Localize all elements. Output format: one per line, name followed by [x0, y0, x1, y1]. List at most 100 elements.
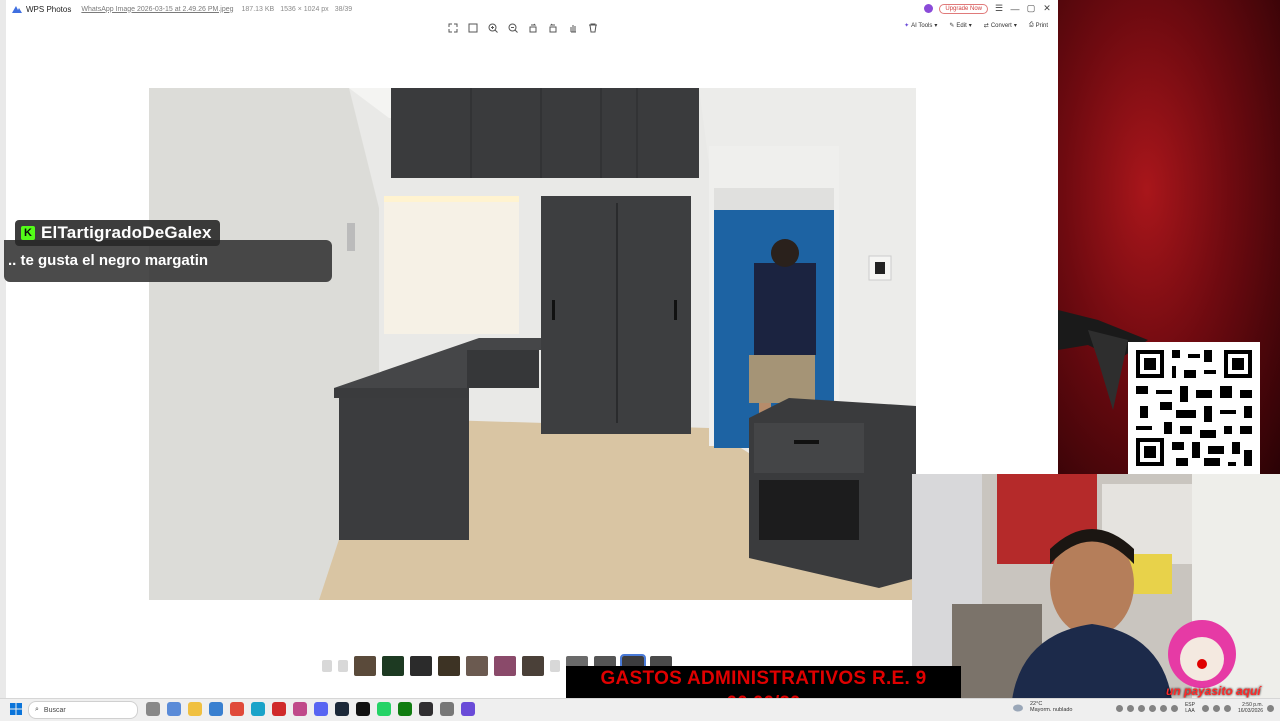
weather-widget[interactable]: 22°C Mayorm. nublado	[1012, 701, 1073, 713]
windows-taskbar: ⌕ Buscar 22°C Mayorm. nublado ESP LAA 2:…	[0, 698, 1280, 721]
chat-username-box: K ElTartigradoDeGalex	[15, 220, 220, 246]
clock[interactable]: 2:50 p.m. 16/03/2026	[1238, 702, 1263, 714]
close-button[interactable]: ✕	[1042, 3, 1052, 14]
chat-message-box: .. te gusta el negro margatin	[4, 240, 332, 282]
chat-message: .. te gusta el negro margatin	[8, 252, 209, 269]
file-explorer-icon[interactable]	[188, 702, 202, 716]
weather-desc: Mayorm. nublado	[1030, 707, 1073, 713]
thumbnail[interactable]	[338, 660, 348, 672]
qr-code	[1128, 342, 1260, 474]
rotate-left-icon[interactable]	[526, 21, 539, 34]
wifi-icon[interactable]	[1201, 704, 1209, 712]
webcam-image	[912, 474, 1280, 700]
fit-screen-icon[interactable]	[446, 21, 459, 34]
system-tray: ESP LAA 2:50 p.m. 16/03/2026	[1115, 702, 1274, 714]
zoom-in-icon[interactable]	[486, 21, 499, 34]
taskbar-apps	[146, 702, 475, 716]
sparkle-icon: ✦	[904, 23, 910, 29]
file-name-link[interactable]: WhatsApp Image 2026-03-15 at 2.49.26 PM.…	[81, 6, 233, 13]
search-icon: ⌕	[35, 706, 39, 713]
thumbnail[interactable]	[382, 656, 404, 676]
tray-app-icon[interactable]	[1126, 704, 1134, 712]
capcut-icon[interactable]	[356, 702, 370, 716]
cloud-icon	[1013, 704, 1023, 712]
menu-icon[interactable]: ☰	[994, 3, 1004, 14]
wps-photos-taskbar-icon[interactable]	[461, 702, 475, 716]
copilot-icon[interactable]	[167, 702, 181, 716]
convert-label: Convert	[990, 22, 1012, 29]
wps-photos-logo-icon	[12, 6, 22, 13]
language-indicator[interactable]: ESP LAA	[1185, 702, 1195, 714]
ai-tools-menu[interactable]: ✦ AI Tools ▾	[904, 22, 938, 30]
clock-date: 16/03/2026	[1237, 708, 1263, 714]
file-size: 187.13 KB	[241, 5, 275, 13]
edge-icon[interactable]	[251, 702, 265, 716]
thumbnail[interactable]	[322, 660, 332, 672]
notification-bell-icon[interactable]	[1267, 704, 1274, 712]
tray-app-icon[interactable]	[1137, 704, 1145, 712]
settings-icon[interactable]	[440, 702, 454, 716]
whatsapp-icon[interactable]	[377, 702, 391, 716]
delete-icon[interactable]	[586, 21, 599, 34]
actual-size-icon[interactable]	[466, 21, 479, 34]
thumbnail[interactable]	[522, 656, 544, 676]
search-placeholder: Buscar	[43, 706, 66, 714]
rotate-right-icon[interactable]	[546, 21, 559, 34]
edit-icon: ✎	[949, 23, 955, 29]
thumbnail[interactable]	[354, 656, 376, 676]
taskbar-search[interactable]: ⌕ Buscar	[28, 701, 138, 719]
chevron-down-icon: ▾	[934, 23, 938, 29]
thumbnail[interactable]	[410, 656, 432, 676]
obs-icon[interactable]	[419, 702, 433, 716]
steam-icon[interactable]	[335, 702, 349, 716]
chevron-up-icon[interactable]	[1115, 704, 1123, 712]
title-bar: WPS Photos WhatsApp Image 2026-03-15 at …	[6, 0, 1058, 18]
ai-tools-label: AI Tools	[911, 22, 933, 29]
image-viewer-area	[6, 38, 1058, 658]
windows-start-icon[interactable]	[10, 703, 22, 715]
webcam-feed	[912, 474, 1280, 700]
app-name: WPS Photos	[26, 4, 72, 14]
chrome-icon[interactable]	[230, 702, 244, 716]
photos-icon[interactable]	[293, 702, 307, 716]
viewer-toolbar: ✦ AI Tools ▾ ✎ Edit ▾ ⇄ Convert ▾ ⎙ Print	[6, 18, 1058, 38]
print-icon: ⎙	[1028, 22, 1034, 28]
store-icon[interactable]	[209, 702, 223, 716]
edit-menu[interactable]: ✎ Edit ▾	[949, 22, 972, 30]
thumbnail[interactable]	[466, 656, 488, 676]
task-view-icon[interactable]	[146, 702, 160, 716]
print-label: Print	[1035, 22, 1048, 29]
tray-app-icon[interactable]	[1170, 704, 1178, 712]
thumbnail[interactable]	[494, 656, 516, 676]
pan-icon[interactable]	[566, 21, 579, 34]
banner-title: GASTOS ADMINISTRATIVOS R.E. 9	[600, 668, 927, 689]
thumbnail[interactable]	[438, 656, 460, 676]
discord-icon[interactable]	[314, 702, 328, 716]
chat-username: ElTartigradoDeGalex	[41, 223, 212, 242]
chevron-down-icon: ▾	[968, 23, 972, 29]
volume-icon[interactable]	[1212, 704, 1220, 712]
tray-app-icon[interactable]	[1148, 704, 1156, 712]
edit-label: Edit	[956, 22, 967, 29]
print-button[interactable]: ⎙ Print	[1029, 22, 1048, 29]
convert-menu[interactable]: ⇄ Convert ▾	[983, 22, 1017, 30]
image-dimensions: 1536 × 1024 px	[280, 5, 329, 13]
convert-icon: ⇄	[983, 23, 989, 29]
kick-icon: K	[21, 226, 35, 240]
clown-overlay-label: un payasito aquí	[1166, 684, 1261, 698]
maximize-button[interactable]: ▢	[1026, 3, 1036, 14]
wps-office-icon[interactable]	[272, 702, 286, 716]
minimize-button[interactable]: —	[1010, 4, 1020, 14]
xbox-icon[interactable]	[398, 702, 412, 716]
chevron-down-icon: ▾	[1013, 23, 1017, 29]
thumbnail[interactable]	[550, 660, 560, 672]
account-avatar[interactable]	[924, 4, 934, 13]
image-position: 38/39	[334, 5, 353, 13]
bedroom-photo	[149, 88, 916, 600]
upgrade-now-button[interactable]: Upgrade Now	[939, 3, 988, 14]
battery-icon[interactable]	[1223, 704, 1231, 712]
language-bottom: LAA	[1185, 708, 1195, 714]
tray-app-icon[interactable]	[1159, 704, 1167, 712]
zoom-out-icon[interactable]	[506, 21, 519, 34]
wps-photos-window: WPS Photos WhatsApp Image 2026-03-15 at …	[6, 0, 1058, 698]
